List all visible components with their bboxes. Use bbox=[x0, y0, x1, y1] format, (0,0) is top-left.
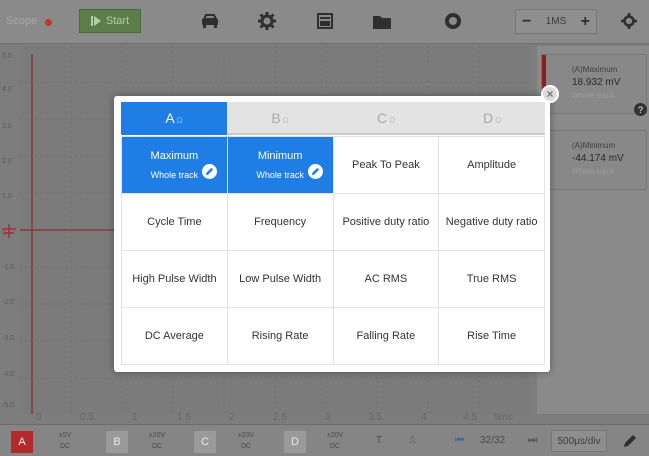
option-rising-rate[interactable]: Rising Rate bbox=[227, 308, 333, 364]
measurement-title: (A)Minimum bbox=[572, 141, 616, 150]
option-ac-rms[interactable]: AC RMS bbox=[333, 251, 439, 307]
x-tick-label: 2 bbox=[229, 412, 235, 423]
next-page-icon[interactable]: ⏭ bbox=[528, 435, 537, 446]
time-div-button[interactable]: 500μs/div bbox=[551, 430, 607, 452]
help-globe-icon[interactable] bbox=[441, 10, 465, 32]
y-tick-label: 4.0 bbox=[2, 86, 12, 93]
top-toolbar: Scope Start − 1MS + bbox=[0, 0, 649, 44]
record-indicator bbox=[45, 19, 52, 26]
prev-page-icon[interactable]: ⏮ bbox=[455, 435, 464, 446]
app-title: Scope bbox=[6, 15, 38, 27]
option-falling-rate[interactable]: Falling Rate bbox=[333, 308, 439, 364]
x-tick-label: 5ms bbox=[494, 412, 513, 423]
tab-channel-b[interactable]: BΩ bbox=[227, 102, 333, 135]
tab-channel-c[interactable]: CΩ bbox=[333, 102, 439, 135]
measurement-card-min[interactable]: (A)Minimum -44.174 mV Whole track bbox=[541, 130, 647, 190]
x-tick-label: 1.5 bbox=[177, 412, 191, 423]
measurement-range: Whole track bbox=[572, 91, 615, 100]
y-tick-label: 2.0 bbox=[2, 158, 12, 165]
y-tick-label: -4.0 bbox=[2, 371, 15, 378]
channel-c-button[interactable]: C bbox=[194, 431, 216, 453]
start-button[interactable]: Start bbox=[79, 9, 141, 33]
measurement-title: (A)Maximum bbox=[572, 65, 618, 74]
settings-gear-icon[interactable] bbox=[617, 10, 641, 32]
play-icon bbox=[90, 16, 101, 26]
option-dc-average[interactable]: DC Average bbox=[122, 308, 227, 364]
measurement-value: -44.174 mV bbox=[572, 153, 624, 164]
y-tick-label: -1.0 bbox=[2, 264, 15, 271]
help-icon[interactable]: ? bbox=[634, 103, 647, 116]
tab-channel-d[interactable]: DΩ bbox=[439, 102, 545, 135]
option-maximum[interactable]: Maximum Whole track bbox=[122, 137, 227, 193]
trigger-marker-icon[interactable] bbox=[2, 224, 16, 238]
option-positive-duty-ratio[interactable]: Positive duty ratio bbox=[333, 194, 439, 250]
y-tick-label: -3.0 bbox=[2, 335, 15, 342]
trigger-type-button[interactable]: T bbox=[376, 435, 382, 446]
measurement-range: Whole track bbox=[572, 167, 615, 176]
x-tick-label: 3.5 bbox=[368, 412, 382, 423]
tab-channel-a[interactable]: AΩ bbox=[121, 102, 227, 135]
x-tick-label: 4.5 bbox=[463, 412, 477, 423]
channel-a-button[interactable]: A bbox=[11, 431, 33, 453]
channel-d-info[interactable]: ±20V DC bbox=[322, 430, 348, 452]
car-icon[interactable] bbox=[198, 10, 222, 32]
start-label: Start bbox=[105, 15, 130, 27]
y-tick-label: 5.0 bbox=[2, 53, 12, 60]
measurement-value: 18.932 mV bbox=[572, 77, 621, 88]
channel-a-info[interactable]: ±5V DC bbox=[52, 430, 78, 452]
option-frequency[interactable]: Frequency bbox=[227, 194, 333, 250]
option-rise-time[interactable]: Rise Time bbox=[439, 308, 544, 364]
channel-b-info[interactable]: ±20V DC bbox=[144, 430, 170, 452]
x-tick-label: 2.5 bbox=[273, 412, 287, 423]
option-peak-to-peak[interactable]: Peak To Peak bbox=[333, 137, 439, 193]
measurement-card-max[interactable]: (A)Maximum 18.932 mV Whole track bbox=[541, 54, 647, 114]
x-tick-label: 0.5 bbox=[80, 412, 94, 423]
measurement-select-dialog: AΩ BΩ CΩ DΩ Maximum Whole track Minimum … bbox=[114, 96, 550, 372]
option-cycle-time[interactable]: Cycle Time bbox=[122, 194, 227, 250]
edit-icon[interactable] bbox=[201, 164, 217, 179]
timebase-control: − 1MS + bbox=[515, 9, 597, 34]
window-icon[interactable] bbox=[313, 10, 337, 32]
close-dialog-button[interactable]: × bbox=[541, 85, 559, 103]
option-amplitude[interactable]: Amplitude bbox=[439, 137, 544, 193]
edit-icon[interactable] bbox=[307, 164, 323, 179]
x-tick-label: 1 bbox=[132, 412, 138, 423]
timebase-plus-button[interactable]: + bbox=[581, 13, 590, 31]
channel-tabs: AΩ BΩ CΩ DΩ bbox=[121, 102, 545, 135]
trigger-edge-icon[interactable]: ⎍ bbox=[409, 435, 416, 446]
channel-b-button[interactable]: B bbox=[106, 431, 128, 453]
timebase-minus-button[interactable]: − bbox=[522, 13, 531, 31]
option-minimum[interactable]: Minimum Whole track bbox=[227, 137, 333, 193]
bottom-bar: A ±5V DC B ±20V DC C ±20V DC D ±20V DC T ⎍ ⏮… bbox=[0, 424, 649, 456]
page-counter: 32/32 bbox=[480, 435, 506, 446]
option-high-pulse-width[interactable]: High Pulse Width bbox=[122, 251, 227, 307]
x-tick-label: 4 bbox=[421, 412, 427, 423]
gear-icon[interactable] bbox=[255, 10, 279, 32]
option-low-pulse-width[interactable]: Low Pulse Width bbox=[227, 251, 333, 307]
pen-icon[interactable] bbox=[617, 430, 643, 452]
folder-icon[interactable] bbox=[370, 10, 394, 32]
timebase-value: 1MS bbox=[545, 16, 567, 27]
y-tick-label: 3.0 bbox=[2, 123, 12, 130]
x-tick-label: 3 bbox=[325, 412, 331, 423]
channel-d-button[interactable]: D bbox=[284, 431, 306, 453]
y-tick-label: -2.0 bbox=[2, 299, 15, 306]
channel-c-info[interactable]: ±20V DC bbox=[233, 430, 259, 452]
y-tick-label: 1.0 bbox=[2, 193, 12, 200]
x-tick-label: 0 bbox=[36, 412, 42, 423]
option-true-rms[interactable]: True RMS bbox=[439, 251, 544, 307]
option-negative-duty-ratio[interactable]: Negative duty ratio bbox=[439, 194, 544, 250]
measurement-options-grid: Maximum Whole track Minimum Whole track … bbox=[121, 136, 545, 365]
y-tick-label: -5.0 bbox=[2, 402, 15, 409]
